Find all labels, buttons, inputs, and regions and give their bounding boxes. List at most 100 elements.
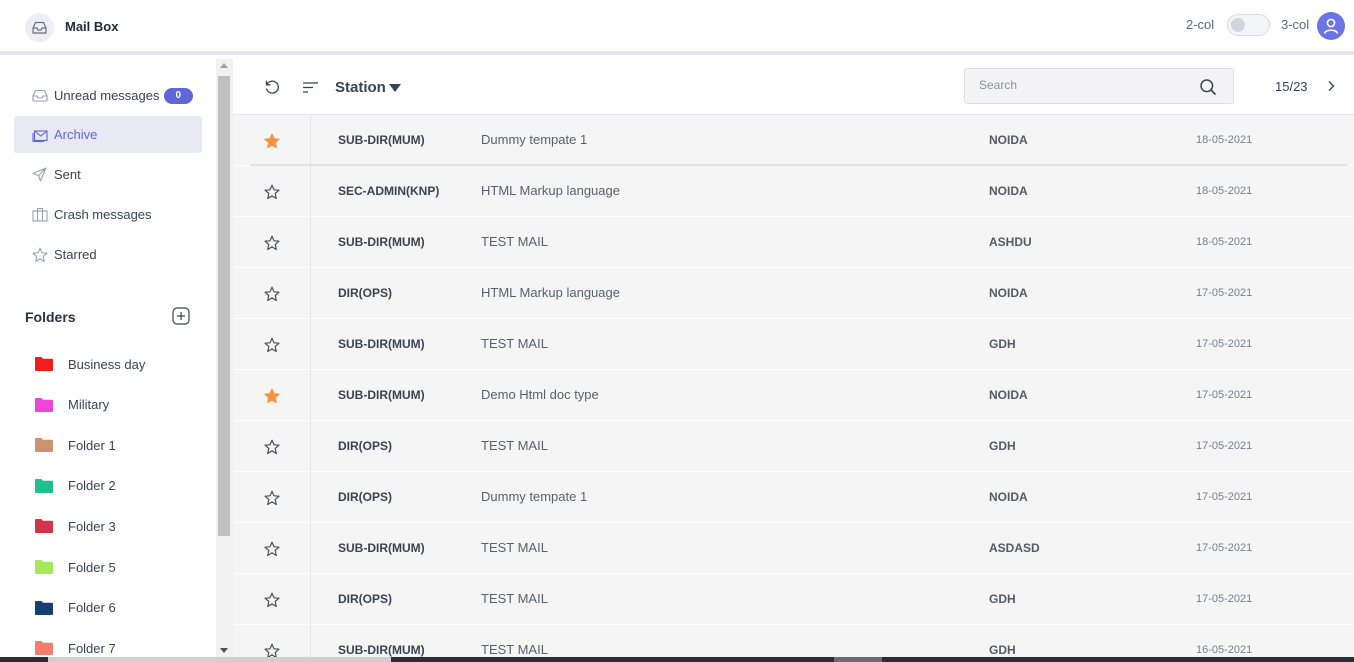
message-subject: HTML Markup language: [481, 183, 620, 198]
message-row[interactable]: SUB-DIR(MUM) Demo Html doc type NOIDA 17-05…: [233, 370, 1354, 421]
message-list: SUB-DIR(MUM) Dummy tempate 1 NOIDA 18-05-20…: [233, 115, 1354, 662]
send-icon: [31, 166, 48, 183]
message-subject: Demo Html doc type: [481, 387, 599, 402]
folder-item[interactable]: Folder 2: [35, 474, 116, 498]
scroll-down-arrow-icon[interactable]: [220, 648, 228, 653]
message-station: GDH: [989, 439, 1016, 453]
caret-down-icon: [388, 83, 401, 92]
message-date: 17-05-2021: [1196, 287, 1253, 299]
briefcase-icon: [31, 206, 48, 223]
nav-label: Archive: [54, 127, 98, 142]
star-outline-icon[interactable]: [233, 523, 311, 574]
folder-icon: [35, 438, 53, 453]
star-outline-icon[interactable]: [233, 268, 311, 319]
message-station: ASDASD: [989, 541, 1040, 555]
message-row[interactable]: SEC-ADMIN(KNP) HTML Markup language NOIDA 1…: [233, 166, 1354, 217]
message-subject: TEST MAIL: [481, 234, 548, 249]
star-outline-icon[interactable]: [233, 574, 311, 625]
folder-icon: [35, 478, 53, 493]
message-station: GDH: [989, 337, 1016, 351]
message-station: NOIDA: [989, 184, 1028, 198]
message-subject: Dummy tempate 1: [481, 489, 588, 504]
message-date: 18-05-2021: [1196, 134, 1253, 146]
message-row[interactable]: DIR(OPS) HTML Markup language NOIDA 17-05-2…: [233, 268, 1354, 319]
sort-icon[interactable]: [301, 78, 319, 96]
message-sender: SUB-DIR(MUM): [338, 541, 425, 555]
message-row[interactable]: DIR(OPS) Dummy tempate 1 NOIDA 17-05-2021: [233, 472, 1354, 523]
message-date: 18-05-2021: [1196, 185, 1253, 197]
message-subject: TEST MAIL: [481, 540, 548, 555]
star-outline-icon[interactable]: [233, 166, 311, 217]
star-outline-icon[interactable]: [233, 472, 311, 523]
pagination-counter: 15/23: [1275, 79, 1308, 94]
message-sender: DIR(OPS): [338, 592, 392, 606]
folder-label: Folder 2: [68, 478, 116, 494]
scrollbar-segment: [834, 657, 882, 662]
message-subject: HTML Markup language: [481, 285, 620, 300]
folder-item[interactable]: Folder 1: [35, 433, 116, 457]
star-outline-icon[interactable]: [233, 217, 311, 268]
folder-icon: [35, 397, 53, 412]
folder-item[interactable]: Folder 6: [35, 596, 116, 620]
unread-count-badge: 0: [163, 87, 194, 104]
message-station: GDH: [989, 592, 1016, 606]
search-input[interactable]: [979, 78, 1179, 92]
message-subject: TEST MAIL: [481, 591, 548, 606]
nav-unread-messages[interactable]: Unread messages 0: [14, 77, 202, 114]
message-pane: Station 15/23 SUB-DIR(MUM) Dummy tempate …: [233, 59, 1354, 662]
message-row[interactable]: SUB-DIR(MUM) TEST MAIL ASHDU 18-05-2021: [233, 217, 1354, 268]
message-row[interactable]: DIR(OPS) TEST MAIL GDH 17-05-2021: [233, 421, 1354, 472]
folder-item[interactable]: Business day: [35, 352, 145, 376]
message-date: 17-05-2021: [1196, 338, 1253, 350]
message-sender: SUB-DIR(MUM): [338, 643, 425, 657]
next-page-chevron-icon[interactable]: [1323, 78, 1339, 94]
folder-item[interactable]: Military: [35, 393, 109, 417]
scroll-up-arrow-icon[interactable]: [220, 63, 228, 68]
bottom-scrollbar[interactable]: [0, 657, 1354, 662]
message-sender: DIR(OPS): [338, 439, 392, 453]
mailbox-logo-icon: [25, 13, 54, 42]
refresh-icon[interactable]: [263, 78, 281, 96]
folder-item[interactable]: Folder 3: [35, 514, 116, 538]
folder-item[interactable]: Folder 5: [35, 555, 116, 579]
message-row[interactable]: DIR(OPS) TEST MAIL GDH 17-05-2021: [233, 574, 1354, 625]
star-filled-icon[interactable]: [233, 370, 311, 421]
station-filter-dropdown[interactable]: Station: [335, 79, 401, 96]
nav-sent[interactable]: Sent: [14, 156, 202, 193]
nav-crash-messages[interactable]: Crash messages: [14, 196, 202, 233]
add-folder-icon[interactable]: [171, 306, 190, 325]
folder-label: Business day: [68, 356, 146, 372]
nav-starred[interactable]: Starred: [14, 236, 202, 273]
message-station: NOIDA: [989, 286, 1028, 300]
nav-label: Sent: [54, 167, 81, 182]
nav-label: Crash messages: [54, 207, 152, 222]
nav-archive[interactable]: Archive: [14, 116, 202, 153]
folder-icon: [35, 600, 53, 615]
message-date: 17-05-2021: [1196, 440, 1253, 452]
message-row[interactable]: SUB-DIR(MUM) TEST MAIL GDH 17-05-2021: [233, 319, 1354, 370]
message-date: 17-05-2021: [1196, 491, 1253, 503]
folder-icon: [35, 519, 53, 534]
search-icon[interactable]: [1198, 77, 1218, 97]
layout-toggle[interactable]: [1227, 14, 1270, 36]
message-date: 16-05-2021: [1196, 644, 1253, 656]
two-col-label: 2-col: [1186, 17, 1215, 32]
message-row[interactable]: SUB-DIR(MUM) Dummy tempate 1 NOIDA 18-05-20…: [233, 115, 1354, 169]
user-avatar-icon[interactable]: [1317, 12, 1345, 40]
folder-label: Folder 6: [68, 600, 116, 616]
star-outline-icon[interactable]: [233, 421, 311, 472]
message-date: 18-05-2021: [1196, 236, 1253, 248]
inbox-icon: [31, 87, 48, 104]
folder-icon: [35, 357, 53, 371]
message-date: 17-05-2021: [1196, 389, 1253, 401]
star-outline-icon[interactable]: [233, 319, 311, 370]
search-box: [964, 68, 1234, 104]
message-sender: SUB-DIR(MUM): [338, 337, 425, 351]
scrollbar-thumb[interactable]: [218, 76, 230, 536]
star-filled-icon[interactable]: [233, 115, 311, 166]
folder-label: Military: [68, 397, 110, 413]
message-row[interactable]: SUB-DIR(MUM) TEST MAIL ASDASD 17-05-2021: [233, 523, 1354, 574]
sidebar-scrollbar[interactable]: [216, 59, 233, 662]
message-station: ASHDU: [989, 235, 1032, 249]
scrollbar-segment: [48, 657, 391, 662]
